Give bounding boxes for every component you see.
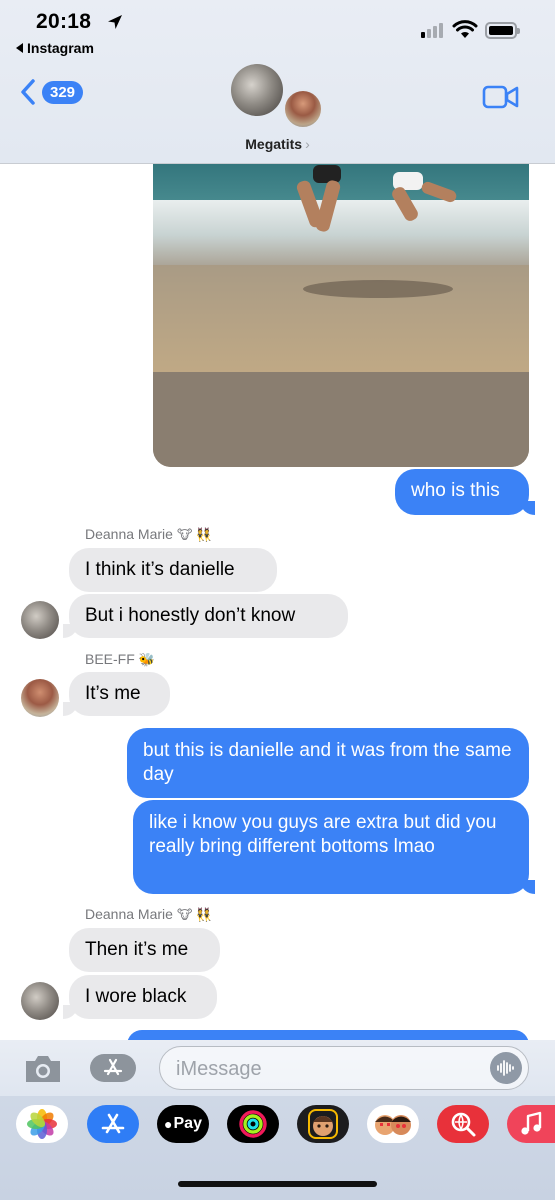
home-indicator[interactable] xyxy=(178,1181,377,1187)
waveform-icon xyxy=(497,1060,514,1076)
activity-icon xyxy=(239,1110,267,1138)
conversation-header: 20:18 Instagram 329 Megatits › xyxy=(0,0,555,164)
apple-pay-label: Pay xyxy=(173,1115,202,1132)
sender-name-label: BEE-FF xyxy=(85,651,135,667)
location-arrow-icon xyxy=(108,15,122,29)
web-images-icon xyxy=(451,1112,476,1137)
app-store-app-button[interactable] xyxy=(87,1105,139,1143)
group-avatar-primary[interactable] xyxy=(231,64,283,116)
music-app-button[interactable] xyxy=(507,1105,555,1143)
back-triangle-icon xyxy=(16,43,23,54)
back-to-instagram[interactable]: Instagram xyxy=(16,40,94,56)
audio-message-button[interactable] xyxy=(490,1052,522,1084)
message-incoming[interactable]: But i honestly don’t know xyxy=(63,594,348,638)
unread-count-badge: 329 xyxy=(42,80,84,104)
sender-name: BEE-FF 🐝 xyxy=(85,651,155,668)
sender-emoji: 🐝 xyxy=(138,652,155,667)
sender-name: Deanna Marie 🐮 👯 xyxy=(85,526,212,543)
group-name[interactable]: Megatits › xyxy=(0,136,555,152)
cellular-signal-icon xyxy=(421,23,443,38)
app-store-icon xyxy=(101,1113,125,1134)
sender-emoji: 🐮 👯 xyxy=(176,907,213,922)
memoji-app-button[interactable] xyxy=(297,1105,349,1143)
imessage-input[interactable] xyxy=(176,1055,476,1083)
photos-app-button[interactable] xyxy=(16,1105,68,1143)
group-name-label: Megatits xyxy=(245,136,303,152)
apple-logo-icon: ● xyxy=(164,1116,173,1132)
message-incoming[interactable]: I think it’s danielle xyxy=(69,548,277,592)
facetime-video-icon[interactable] xyxy=(482,84,520,110)
group-avatar-secondary[interactable] xyxy=(283,89,323,129)
back-app-label: Instagram xyxy=(27,40,94,56)
sender-name-label: Deanna Marie xyxy=(85,906,173,922)
memoji-icon xyxy=(308,1109,338,1139)
message-outgoing[interactable]: who is this xyxy=(395,469,535,515)
camera-icon[interactable] xyxy=(22,1052,64,1086)
message-field[interactable] xyxy=(159,1046,529,1090)
app-store-glyph-icon xyxy=(103,1058,123,1076)
message-outgoing[interactable]: but this is danielle and it was from the… xyxy=(127,728,529,798)
photos-icon xyxy=(27,1109,57,1139)
sender-avatar[interactable] xyxy=(21,601,59,639)
sender-avatar[interactable] xyxy=(21,679,59,717)
shared-photo[interactable] xyxy=(153,150,529,467)
memoji-stickers-app-button[interactable] xyxy=(367,1105,419,1143)
app-store-button[interactable] xyxy=(90,1054,136,1082)
sender-avatar[interactable] xyxy=(21,982,59,1020)
status-time: 20:18 xyxy=(36,10,92,33)
wifi-icon xyxy=(452,20,478,38)
back-button[interactable]: 329 xyxy=(20,78,84,106)
music-icon xyxy=(521,1111,542,1135)
imessage-app-drawer: ● Pay xyxy=(0,1096,555,1200)
memoji-stickers-icon xyxy=(375,1115,411,1135)
battery-icon xyxy=(485,22,520,39)
message-input-bar xyxy=(0,1040,555,1096)
chevron-right-icon: › xyxy=(305,136,310,152)
message-incoming[interactable]: Then it’s me xyxy=(69,928,220,972)
message-outgoing[interactable]: like i know you guys are extra but did y… xyxy=(133,800,535,894)
sender-name-label: Deanna Marie xyxy=(85,526,173,542)
apple-pay-app-button[interactable]: ● Pay xyxy=(157,1105,209,1143)
sender-emoji: 🐮 👯 xyxy=(176,527,213,542)
web-images-app-button[interactable] xyxy=(437,1105,489,1143)
message-incoming[interactable]: It’s me xyxy=(63,672,170,716)
activity-app-button[interactable] xyxy=(227,1105,279,1143)
message-incoming[interactable]: I wore black xyxy=(63,975,217,1019)
chevron-left-icon xyxy=(21,79,35,105)
sender-name: Deanna Marie 🐮 👯 xyxy=(85,906,212,923)
